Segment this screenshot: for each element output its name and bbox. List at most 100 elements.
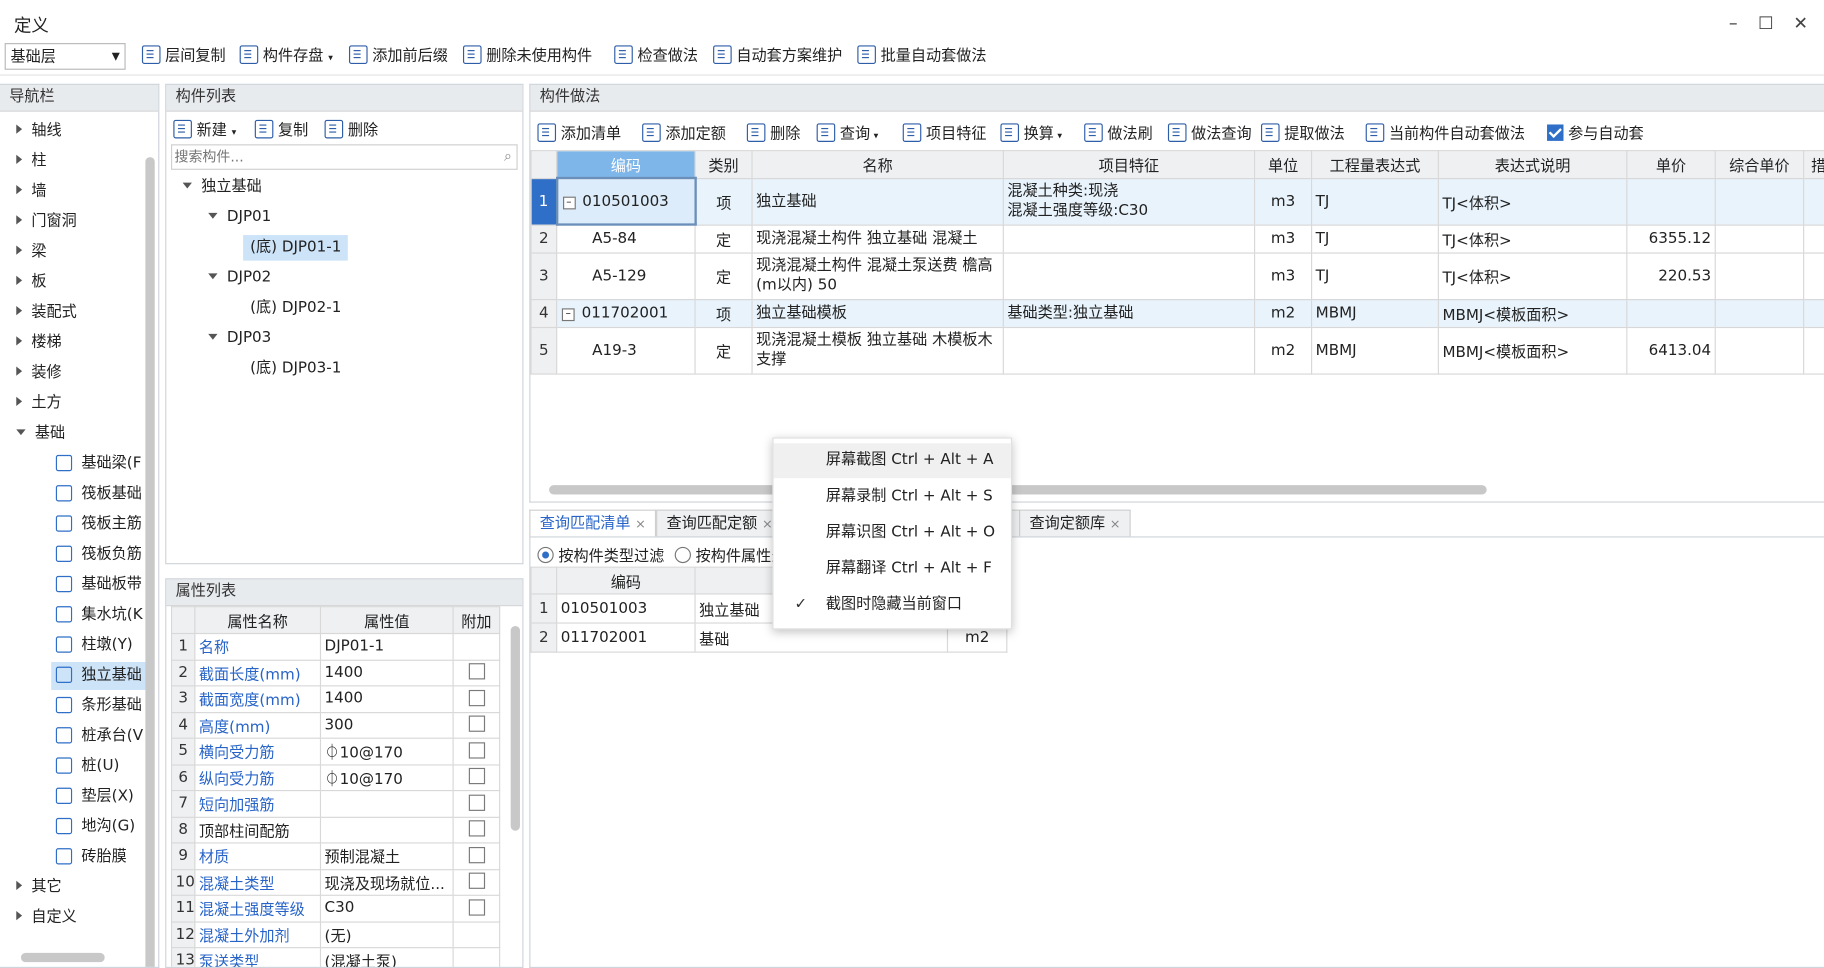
method-expr[interactable]: TJ [1310,223,1439,254]
menu-screenshot[interactable]: 屏幕截图 Ctrl + Alt + A [773,443,1011,479]
nav-sub-item[interactable]: 桩(U) [51,753,146,781]
property-value[interactable]: (混凝土泵) [319,947,454,967]
method-expr[interactable]: MBMJ [1310,326,1439,375]
col-expr[interactable]: 工程量表达式 [1310,150,1439,179]
col-name[interactable]: 名称 [751,150,1004,179]
extra-checkbox[interactable] [468,794,485,811]
close-icon[interactable]: × [1110,517,1121,532]
property-value[interactable]: DJP01-1 [319,632,454,661]
close-icon[interactable]: × [762,517,773,532]
property-row[interactable]: 2 截面长度(mm) 1400 [170,659,501,687]
methods-tool-3[interactable]: 查询 ▾ [816,121,878,143]
property-value[interactable]: 预制混凝土 [319,842,454,870]
property-row[interactable]: 6 纵向受力筋 ⏀10@170 [170,763,501,792]
tree-item-djp02-1[interactable]: (底) DJP02-1 [243,296,348,322]
copy-button[interactable]: 复制 [254,118,308,140]
property-row[interactable]: 3 截面宽度(mm) 1400 [170,685,501,713]
property-value[interactable]: 300 [319,711,454,739]
maximize-button[interactable]: ☐ [1754,12,1777,35]
nav-item[interactable]: 楼梯 [16,329,62,357]
menu-screen-translate[interactable]: 屏幕翻译 Ctrl + Alt + F [774,551,1011,586]
nav-item[interactable]: 自定义 [16,904,77,932]
methods-tool-10[interactable]: 参与自动套 [1547,121,1644,143]
close-button[interactable]: ✕ [1789,12,1812,35]
property-row[interactable]: 11 混凝土强度等级 C30 [170,894,501,923]
col-measure[interactable]: 措 [1803,150,1824,179]
new-button[interactable]: 新建 ▾ [173,118,236,140]
extra-checkbox[interactable] [468,899,485,916]
nav-item[interactable]: 墙 [16,178,47,206]
methods-tool-5[interactable]: 换算 ▾ [1000,121,1062,143]
nav-sub-item[interactable]: 地沟(G) [51,813,146,841]
nav-item[interactable]: 柱 [16,148,47,176]
nav-item[interactable]: 梁 [16,239,47,267]
nav-sub-item[interactable]: 筏板主筋 [51,511,146,539]
property-value[interactable] [319,816,454,844]
property-scrollbar[interactable] [510,625,520,831]
nav-sub-item[interactable]: 基础梁(F [51,450,146,478]
methods-tool-7[interactable]: 做法查询 [1167,121,1252,143]
methods-tool-8[interactable]: 提取做法 [1260,121,1345,143]
property-row[interactable]: 5 横向受力筋 ⏀10@170 [170,737,501,765]
close-icon[interactable]: × [635,517,646,532]
extra-checkbox[interactable] [468,689,485,706]
property-row[interactable]: 1 名称 DJP01-1 [170,632,501,661]
property-value[interactable] [319,790,454,818]
collapse-icon[interactable]: – [561,307,575,321]
nav-sub-item[interactable]: 集水坑(K [51,602,146,630]
nav-scrollbar[interactable] [145,157,155,967]
methods-hscrollbar[interactable] [549,485,1487,495]
property-row[interactable]: 7 短向加强筋 [170,790,501,818]
batch-auto-button[interactable]: 批量自动套做法 [857,40,986,75]
methods-tool-9[interactable]: 当前构件自动套做法 [1365,121,1525,143]
delete-button[interactable]: 删除 [324,118,378,140]
col-price[interactable]: 单价 [1626,150,1716,179]
query-tab-4[interactable]: 查询定额库 × [1019,509,1131,538]
method-row[interactable]: 2 A5-84 定现浇混凝土构件 独立基础 混凝土 m3 TJ TJ<体积> 6355.12 [530,223,1824,254]
extra-checkbox[interactable] [468,663,485,680]
tree-group-djp01[interactable]: DJP01 [208,205,271,231]
extra-checkbox[interactable] [468,872,485,890]
methods-tool-2[interactable]: 删除 [746,121,800,143]
nav-item[interactable]: 装修 [16,360,62,388]
property-value[interactable]: 现浇及现场就位... [319,868,454,896]
save-component-button[interactable]: 构件存盘 ▾ [239,40,333,75]
method-row[interactable]: 3 A5-129 定现浇混凝土构件 混凝土泵送费 檐高 (m以内) 50 m3 TJ TJ<… [530,251,1824,300]
extra-checkbox[interactable] [468,820,485,837]
method-row[interactable]: 1–010501003 项独立基础 混凝土种类:现浇 混凝土强度等级:C30 m3 TJ T… [530,176,1824,226]
query-tab-1[interactable]: 查询匹配定额 × [656,509,784,538]
property-value[interactable]: 1400 [319,685,454,713]
nav-sub-item[interactable]: 独立基础 [51,662,147,690]
col-comp-price[interactable]: 综合单价 [1714,150,1805,179]
collapse-icon[interactable]: – [562,196,576,209]
minimize-button[interactable]: – [1722,12,1745,35]
methods-tool-1[interactable]: 添加定额 [642,121,726,143]
col-unit[interactable]: 单位 [1253,150,1313,179]
nav-sub-item[interactable]: 基础板带 [51,571,146,599]
menu-hide-window[interactable]: ✓ 截图时隐藏当前窗口 [774,588,1011,623]
filter-type-radio[interactable]: 按构件类型过滤 [537,543,664,565]
check-method-button[interactable]: 检查做法 [614,40,698,75]
extra-checkbox[interactable] [468,768,485,785]
col-type[interactable]: 类别 [694,150,753,179]
menu-screen-ocr[interactable]: 屏幕识图 Ctrl + Alt + O [774,515,1011,550]
nav-sub-item[interactable]: 垫层(X) [51,783,146,811]
method-row[interactable]: 4–011702001 项独立基础模板 基础类型:独立基础 m2 MBMJ MBMJ<模板… [530,298,1824,328]
nav-sub-item[interactable]: 桩承台(V [51,723,146,751]
nav-item[interactable]: 基础 [16,420,65,448]
method-expr[interactable]: TJ [1310,251,1439,300]
nav-item[interactable]: 板 [16,269,47,297]
nav-item[interactable]: 其它 [16,874,62,902]
nav-item[interactable]: 装配式 [16,299,77,327]
property-row[interactable]: 9 材质 预制混凝土 [170,842,501,870]
property-value[interactable]: 1400 [319,659,454,687]
extra-checkbox[interactable] [468,741,485,759]
nav-sub-item[interactable]: 筏板负筋 [51,541,146,569]
search-box[interactable]: ⌕ [170,144,518,170]
nav-sub-item[interactable]: 砖胎膜 [51,844,146,872]
tree-root[interactable]: 独立基础 [182,175,262,201]
property-row[interactable]: 10 混凝土类型 现浇及现场就位... [170,868,501,896]
property-row[interactable]: 8 顶部柱间配筋 [170,816,501,844]
tree-item-djp01-1[interactable]: (底) DJP01-1 [243,235,349,261]
nav-item[interactable]: 门窗洞 [16,208,77,236]
